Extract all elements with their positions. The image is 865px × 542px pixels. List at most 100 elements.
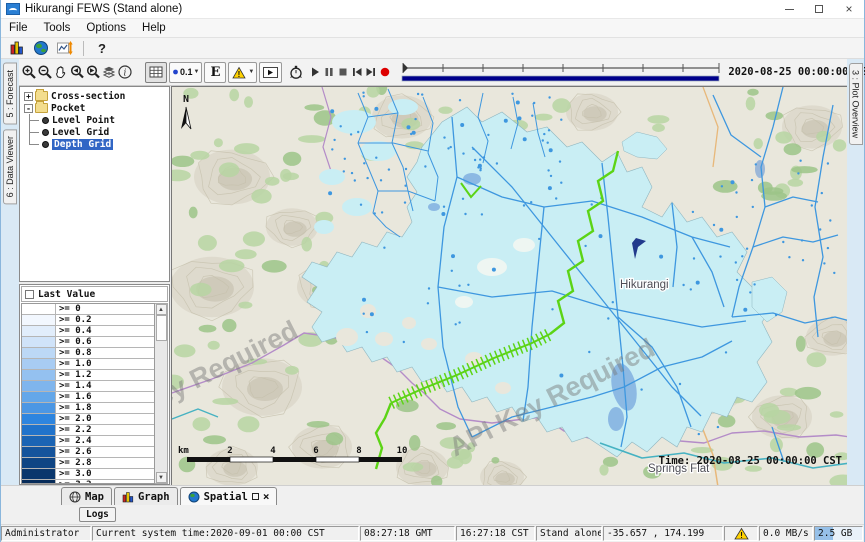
legend-row[interactable]: >= 2.0 xyxy=(22,414,154,425)
info-icon[interactable]: i xyxy=(117,61,133,83)
logs-button[interactable]: Logs xyxy=(79,507,116,522)
editor-button[interactable]: E xyxy=(204,62,226,83)
menu-options[interactable]: Options xyxy=(78,20,134,36)
tree-item-level-point[interactable]: Level Point xyxy=(22,114,169,126)
thresholds-dropdown[interactable]: !▼ xyxy=(228,62,257,83)
tree-connector xyxy=(29,138,39,145)
scrollbar-thumb[interactable] xyxy=(156,315,167,341)
tab-spatial[interactable]: Spatial × xyxy=(180,487,278,505)
legend-row[interactable]: >= 2.2 xyxy=(22,425,154,436)
map-canvas[interactable]: API Key Required API Key Required Hikura… xyxy=(172,87,847,485)
toolbar-separator xyxy=(83,41,84,56)
status-warning[interactable]: ! xyxy=(724,526,758,541)
tree-item-pocket[interactable]: - Pocket xyxy=(22,102,169,114)
zoom-next-icon[interactable] xyxy=(85,61,101,83)
legend-swatch xyxy=(22,304,56,314)
legend-swatch xyxy=(22,381,56,391)
tab-map[interactable]: Map xyxy=(61,487,112,505)
status-gmt-time: 08:27:18 GMT xyxy=(360,526,455,541)
tab-forecast[interactable]: 5 : Forecast xyxy=(3,63,17,125)
time-slider[interactable] xyxy=(400,60,722,84)
record-button[interactable] xyxy=(378,61,392,83)
scroll-down-icon[interactable]: ▼ xyxy=(156,472,167,483)
right-tab-strip: 3 : Plot Overview xyxy=(847,59,864,485)
tree-item-depth-grid[interactable]: Depth Grid xyxy=(22,138,169,150)
play-button[interactable] xyxy=(308,61,322,83)
legend-row[interactable]: >= 1.2 xyxy=(22,370,154,381)
menu-help[interactable]: Help xyxy=(134,20,174,36)
legend-swatch xyxy=(22,326,56,336)
legend-row[interactable]: >= 3.0 xyxy=(22,469,154,480)
zoom-out-icon[interactable] xyxy=(37,61,53,83)
explorer-icon[interactable] xyxy=(5,39,29,58)
legend-swatch xyxy=(22,469,56,479)
tab-close-icon[interactable]: × xyxy=(263,492,270,502)
legend-row[interactable]: >= 1.8 xyxy=(22,403,154,414)
tree-connector xyxy=(29,114,39,126)
help-button[interactable]: ? xyxy=(90,39,114,58)
map-display-icon[interactable] xyxy=(29,39,53,58)
legend-row[interactable]: >= 0.2 xyxy=(22,315,154,326)
legend-row[interactable]: >= 1.4 xyxy=(22,381,154,392)
close-button[interactable]: × xyxy=(834,0,864,18)
legend-label: >= 0.8 xyxy=(56,348,92,358)
zoom-previous-icon[interactable] xyxy=(69,61,85,83)
pause-button[interactable] xyxy=(322,61,336,83)
legend-label: >= 0 xyxy=(56,304,81,314)
svg-text:!: ! xyxy=(739,531,744,540)
tab-data-viewer[interactable]: 6 : Data Viewer xyxy=(3,129,17,204)
tab-maximize-icon[interactable] xyxy=(252,493,259,500)
zoom-in-icon[interactable] xyxy=(21,61,37,83)
legend-row[interactable]: >= 1.6 xyxy=(22,392,154,403)
minimize-button[interactable] xyxy=(774,0,804,18)
tree-item-label-selected: Depth Grid xyxy=(52,139,113,150)
collapse-icon[interactable]: - xyxy=(24,104,33,113)
window-title: Hikurangi FEWS (Stand alone) xyxy=(25,3,182,15)
first-frame-button[interactable] xyxy=(350,61,364,83)
legend-row[interactable]: >= 2.8 xyxy=(22,458,154,469)
tab-graph[interactable]: Graph xyxy=(114,487,178,505)
tab-plot-overview[interactable]: 3 : Plot Overview xyxy=(849,63,863,145)
legend-scrollbar[interactable]: ▲ ▼ xyxy=(155,303,168,484)
contour-scale-value: 0.1 xyxy=(180,67,193,77)
last-frame-button[interactable] xyxy=(364,61,378,83)
bullet-icon xyxy=(42,117,49,124)
scroll-up-icon[interactable]: ▲ xyxy=(156,304,167,315)
globe-wireframe-icon xyxy=(69,491,81,503)
legend-label: >= 1.8 xyxy=(56,403,92,413)
legend-row[interactable]: >= 0.4 xyxy=(22,326,154,337)
pan-icon[interactable] xyxy=(53,61,69,83)
legend-swatch xyxy=(22,414,56,424)
expand-icon[interactable]: + xyxy=(24,92,33,101)
timeseries-icon[interactable] xyxy=(53,39,77,58)
legend-row[interactable]: >= 0 xyxy=(22,304,154,315)
svg-text:4: 4 xyxy=(270,446,276,456)
last-value-option[interactable]: Last Value xyxy=(21,286,168,302)
tree-item-level-grid[interactable]: Level Grid xyxy=(22,126,169,138)
map-area[interactable]: API Key Required API Key Required Hikura… xyxy=(171,86,847,485)
legend-label: >= 2.4 xyxy=(56,436,92,446)
layers-icon[interactable] xyxy=(101,61,117,83)
stop-button[interactable] xyxy=(336,61,350,83)
legend-row[interactable]: >= 0.6 xyxy=(22,337,154,348)
legend-row[interactable]: >= 2.6 xyxy=(22,447,154,458)
contour-scale-dropdown[interactable]: 0.1▼ xyxy=(169,62,202,83)
legend-row[interactable]: >= 3.2 xyxy=(22,480,154,484)
timer-icon[interactable] xyxy=(288,61,304,83)
bottom-tab-bar: Map Graph Spatial × xyxy=(1,485,864,505)
last-value-label: Last Value xyxy=(38,289,95,300)
menu-file[interactable]: File xyxy=(1,20,36,36)
legend-row[interactable]: >= 0.8 xyxy=(22,348,154,359)
legend-swatch xyxy=(22,436,56,446)
maximize-button[interactable] xyxy=(804,0,834,18)
legend-row[interactable]: >= 1.0 xyxy=(22,359,154,370)
status-coordinates: -35.657 , 174.199 xyxy=(603,526,723,541)
last-value-checkbox[interactable] xyxy=(25,290,34,299)
grid-display-button[interactable] xyxy=(145,62,167,83)
menu-tools[interactable]: Tools xyxy=(36,20,79,36)
legend-swatch xyxy=(22,403,56,413)
animation-panel-button[interactable] xyxy=(259,62,282,83)
legend-row[interactable]: >= 2.4 xyxy=(22,436,154,447)
map-time-label: Time: 2020-08-25 00:00:00 CST xyxy=(659,455,842,467)
tree-item-cross-section[interactable]: + Cross-section xyxy=(22,90,169,102)
